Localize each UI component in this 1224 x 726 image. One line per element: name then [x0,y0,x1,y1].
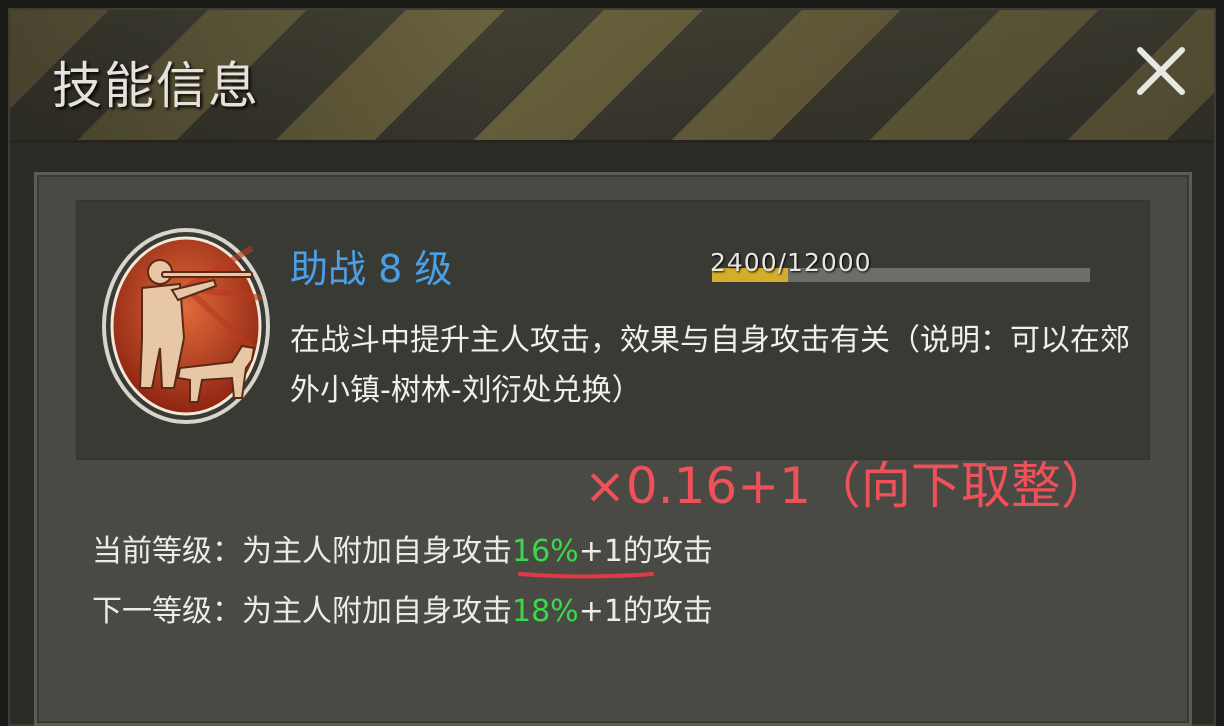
progress-text: 2400/12000 [710,248,872,277]
current-level-line: 当前等级：为主人附加自身攻击16%+1的攻击 [92,526,713,570]
close-icon[interactable] [1128,38,1194,104]
current-level-percent: 16% [512,534,579,569]
annotation-note: ×0.16+1（向下取整） [584,457,1111,515]
next-level-line: 下一等级：为主人附加自身攻击18%+1的攻击 [92,586,713,630]
dialog-title: 技能信息 [52,57,260,115]
skill-description: 在战斗中提升主人攻击，效果与自身攻击有关（说明：可以在郊外小镇-树林-刘衍处兑换… [290,323,1130,408]
hunter-with-dog-icon [102,228,270,424]
annotation-underline [518,572,654,579]
next-level-percent: 18% [512,594,579,629]
current-level-prefix: 当前等级：为主人附加自身攻击 [92,534,512,569]
next-level-suffix: +1的攻击 [578,594,713,629]
next-level-prefix: 下一等级：为主人附加自身攻击 [92,594,512,629]
current-level-suffix: +1的攻击 [578,534,713,569]
skill-name: 助战 8 级 [290,247,453,291]
